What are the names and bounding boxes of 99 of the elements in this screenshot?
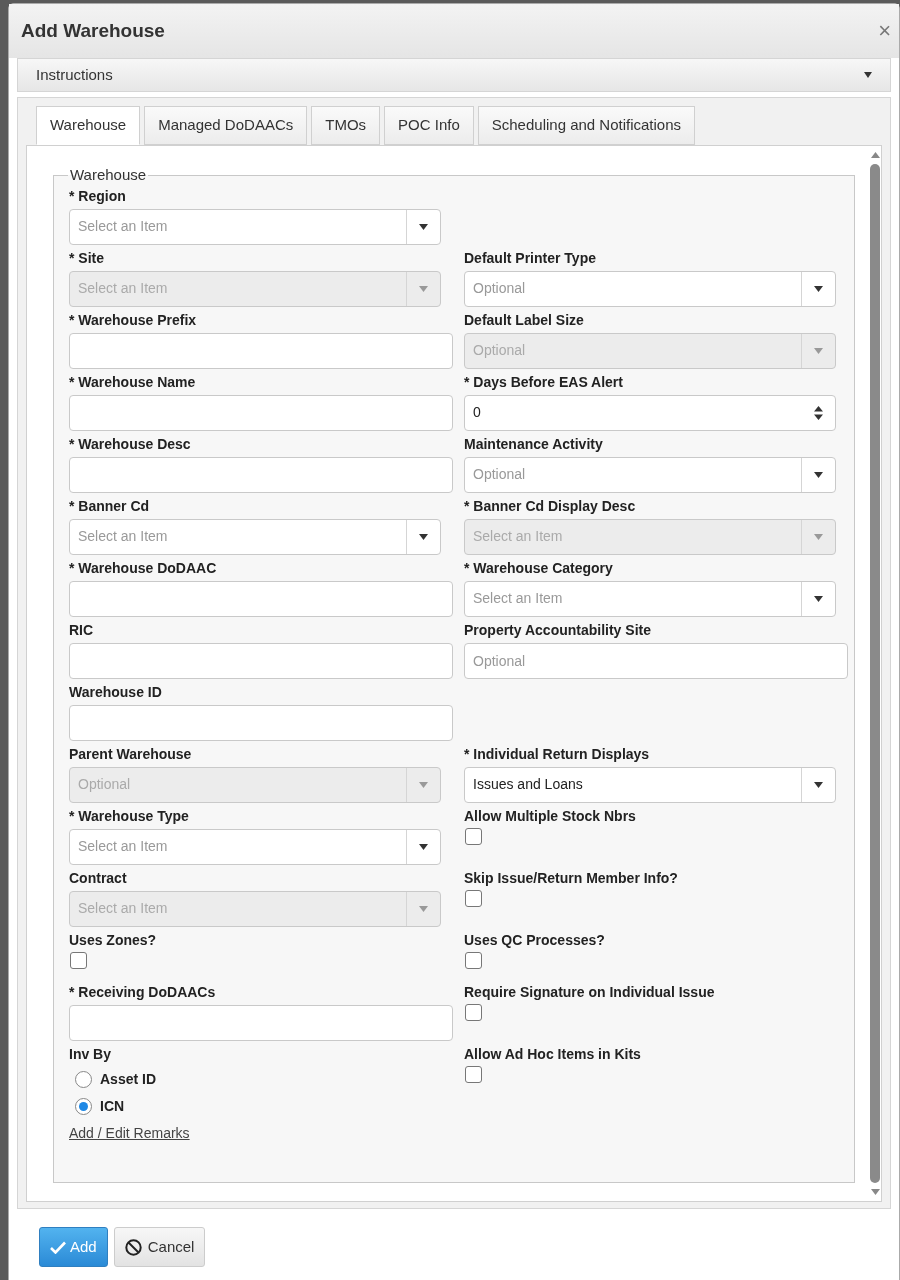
- text-field[interactable]: [69, 642, 453, 679]
- select-field[interactable]: Select an Item: [69, 208, 441, 245]
- select-field[interactable]: Select an Item: [69, 828, 441, 865]
- cancel-button[interactable]: Cancel: [113, 1227, 206, 1267]
- field-label: * Warehouse Prefix: [69, 310, 198, 329]
- radio-button[interactable]: [75, 1097, 92, 1115]
- instructions-bar[interactable]: Instructions: [17, 58, 891, 92]
- field-label: Skip Issue/Return Member Info?: [464, 868, 679, 887]
- select-field[interactable]: Select an Item: [69, 518, 441, 555]
- fieldset-legend: Warehouse: [68, 164, 149, 187]
- text-field[interactable]: [69, 456, 453, 493]
- caret-icon: [814, 533, 823, 540]
- field-label: * Warehouse Desc: [69, 434, 192, 453]
- radio-button[interactable]: [75, 1070, 92, 1088]
- checkbox[interactable]: [465, 889, 482, 907]
- checkbox[interactable]: [465, 827, 482, 845]
- caret-icon: [814, 595, 823, 602]
- tab[interactable]: Scheduling and Notifications: [477, 106, 696, 145]
- tab[interactable]: POC Info: [384, 106, 474, 145]
- scroll-up-icon[interactable]: [870, 152, 880, 158]
- field-label: * Individual Return Displays: [464, 744, 651, 763]
- field-label: * Warehouse DoDAAC: [69, 558, 218, 577]
- checkbox[interactable]: [70, 951, 87, 969]
- window-title: Add Warehouse: [21, 18, 165, 43]
- select-placeholder: Optional: [472, 279, 527, 298]
- caret-icon: [814, 781, 823, 788]
- field-label: Default Printer Type: [464, 248, 597, 267]
- radio-label: ICN: [100, 1096, 125, 1116]
- field-label: * Receiving DoDAACs: [69, 982, 217, 1001]
- text-field[interactable]: [69, 704, 453, 741]
- spinner-arrows-icon[interactable]: [814, 405, 823, 420]
- number-value: 0: [472, 403, 482, 422]
- checkmark-icon: [50, 1240, 66, 1254]
- caret-icon: [419, 533, 428, 540]
- field-label: * Site: [69, 248, 105, 267]
- select-placeholder: Optional: [472, 465, 527, 484]
- field-label: Allow Ad Hoc Items in Kits: [464, 1044, 642, 1063]
- select-placeholder: Select an Item: [77, 217, 169, 236]
- add-button[interactable]: Add: [39, 1227, 108, 1267]
- instructions-label: Instructions: [36, 64, 113, 85]
- select-placeholder: Select an Item: [77, 899, 169, 918]
- caret-icon: [419, 843, 428, 850]
- caret-icon: [814, 471, 823, 478]
- text-field[interactable]: [69, 1004, 453, 1041]
- field-label: Property Accountability Site: [464, 620, 652, 639]
- text-field[interactable]: [69, 394, 453, 431]
- field-label: Parent Warehouse: [69, 744, 193, 763]
- field-label: Default Label Size: [464, 310, 585, 329]
- field-label: * Warehouse Name: [69, 372, 197, 391]
- caret-icon: [419, 905, 428, 912]
- field-label: Maintenance Activity: [464, 434, 604, 453]
- select-placeholder: Optional: [77, 775, 132, 794]
- caret-icon: [419, 285, 428, 292]
- field-label: * Banner Cd: [69, 496, 151, 515]
- field-label: RIC: [69, 620, 95, 639]
- field-label: Contract: [69, 868, 128, 887]
- field-label: Inv By: [69, 1044, 112, 1063]
- select-placeholder: Optional: [472, 341, 527, 360]
- select-placeholder: Select an Item: [77, 279, 169, 298]
- tab[interactable]: Managed DoDAACs: [144, 106, 308, 145]
- caret-icon: [419, 781, 428, 788]
- field-label: Uses Zones?: [69, 930, 158, 949]
- select-field[interactable]: Issues and Loans: [464, 766, 836, 803]
- tab[interactable]: TMOs: [311, 106, 381, 145]
- radio-label: Asset ID: [100, 1069, 157, 1089]
- caret-icon: [814, 285, 823, 292]
- field-label: Require Signature on Individual Issue: [464, 982, 716, 1001]
- checkbox[interactable]: [465, 1065, 482, 1083]
- field-label: Allow Multiple Stock Nbrs: [464, 806, 637, 825]
- select-value: Issues and Loans: [472, 775, 584, 794]
- field-label: * Region: [69, 186, 127, 205]
- checkbox[interactable]: [465, 951, 482, 969]
- text-field[interactable]: [69, 332, 453, 369]
- number-field[interactable]: 0: [464, 394, 836, 431]
- select-placeholder: Select an Item: [77, 527, 169, 546]
- select-field[interactable]: Select an Item: [464, 580, 836, 617]
- field-label: * Banner Cd Display Desc: [464, 496, 637, 515]
- tab[interactable]: Warehouse: [36, 106, 141, 145]
- select-placeholder: Select an Item: [472, 589, 564, 608]
- select-placeholder: Select an Item: [472, 527, 564, 546]
- caret-icon: [419, 223, 428, 230]
- field-label: Uses QC Processes?: [464, 930, 606, 949]
- remarks-link[interactable]: Add / Edit Remarks: [69, 1122, 190, 1144]
- scroll-down-icon[interactable]: [870, 1189, 880, 1195]
- text-field[interactable]: Optional: [464, 642, 848, 679]
- select-placeholder: Select an Item: [77, 837, 169, 856]
- text-field[interactable]: [69, 580, 453, 617]
- field-label: Warehouse ID: [69, 682, 163, 701]
- prohibited-icon: [124, 1238, 142, 1256]
- close-button[interactable]: ×: [878, 20, 891, 42]
- caret-icon: [864, 72, 872, 78]
- select-field[interactable]: Optional: [464, 270, 836, 307]
- scrollbar-thumb[interactable]: [870, 164, 880, 1183]
- select-field[interactable]: Optional: [464, 456, 836, 493]
- field-label: * Warehouse Type: [69, 806, 190, 825]
- checkbox[interactable]: [465, 1003, 482, 1021]
- caret-icon: [814, 347, 823, 354]
- field-label: * Warehouse Category: [464, 558, 614, 577]
- field-label: * Days Before EAS Alert: [464, 372, 624, 391]
